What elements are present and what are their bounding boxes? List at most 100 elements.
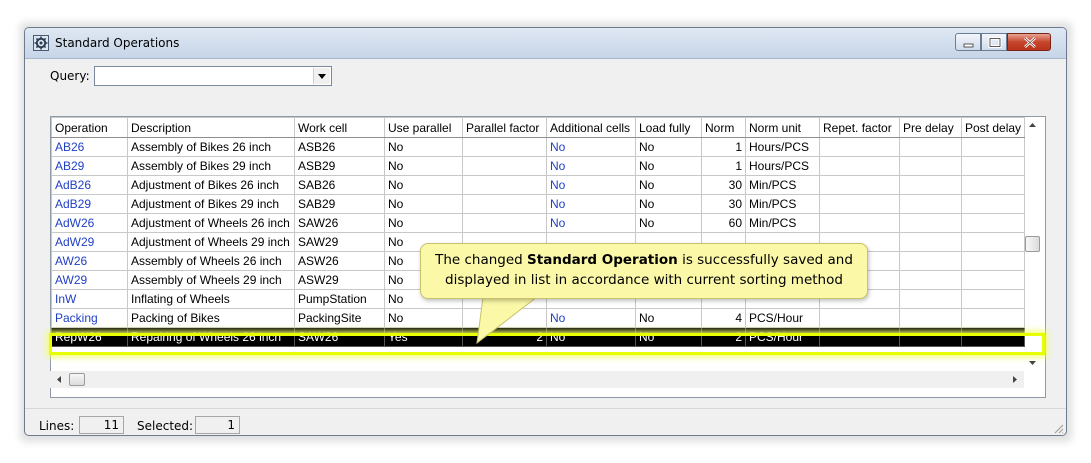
cell-description[interactable]: Adjustment of Wheels 29 inch <box>127 232 295 252</box>
vertical-scroll-thumb[interactable] <box>1025 236 1040 252</box>
table-row[interactable]: AdB26 Adjustment of Bikes 26 inch SAB26 No N… <box>51 175 1026 195</box>
cell-pre-delay[interactable] <box>899 289 962 309</box>
cell-repet-factor[interactable] <box>819 175 900 195</box>
cell-additional-cells[interactable]: No <box>546 175 636 195</box>
cell-pre-delay[interactable] <box>899 213 962 233</box>
scroll-left-icon[interactable] <box>52 371 66 388</box>
col-header-description[interactable]: Description <box>127 117 295 138</box>
cell-operation[interactable]: AW29 <box>51 270 128 290</box>
cell-operation[interactable]: AdB29 <box>51 194 128 214</box>
cell-repet-factor[interactable] <box>819 213 900 233</box>
cell-norm-unit[interactable]: Min/PCS <box>745 213 820 233</box>
cell-work-cell[interactable]: ASW26 <box>294 251 385 271</box>
col-header-work-cell[interactable]: Work cell <box>294 117 385 138</box>
vertical-scrollbar[interactable] <box>1024 116 1041 374</box>
cell-additional-cells[interactable]: No <box>546 156 636 176</box>
query-select[interactable] <box>94 66 332 86</box>
cell-norm[interactable]: 1 <box>701 156 746 176</box>
cell-repet-factor[interactable] <box>819 308 900 328</box>
cell-repet-factor[interactable] <box>819 156 900 176</box>
cell-parallel-factor[interactable] <box>462 194 547 214</box>
cell-work-cell[interactable]: PackingSite <box>294 308 385 328</box>
resize-grip-icon[interactable] <box>1052 422 1064 434</box>
cell-repet-factor[interactable] <box>819 327 900 347</box>
cell-description[interactable]: Adjustment of Wheels 26 inch <box>127 213 295 233</box>
cell-additional-cells[interactable]: No <box>546 308 636 328</box>
col-header-operation[interactable]: Operation <box>51 117 128 138</box>
cell-operation[interactable]: AB29 <box>51 156 128 176</box>
cell-description[interactable]: Adjustment of Bikes 26 inch <box>127 175 295 195</box>
cell-post-delay[interactable] <box>960 194 1026 214</box>
cell-repet-factor[interactable] <box>819 137 900 157</box>
cell-post-delay[interactable] <box>960 251 1026 271</box>
cell-parallel-factor[interactable] <box>462 213 547 233</box>
cell-post-delay[interactable] <box>960 289 1026 309</box>
cell-description[interactable]: Assembly of Wheels 26 inch <box>127 251 295 271</box>
cell-description[interactable]: Inflating of Wheels <box>127 289 295 309</box>
cell-operation[interactable]: RepW26 <box>51 327 128 347</box>
cell-norm-unit[interactable]: Min/PCS <box>745 175 820 195</box>
cell-use-parallel[interactable]: No <box>384 308 463 328</box>
cell-pre-delay[interactable] <box>899 232 962 252</box>
cell-work-cell[interactable]: SAW26 <box>294 327 385 347</box>
cell-description[interactable]: Assembly of Wheels 29 inch <box>127 270 295 290</box>
cell-load-fully[interactable]: No <box>635 308 702 328</box>
cell-work-cell[interactable]: SAB26 <box>294 175 385 195</box>
cell-work-cell[interactable]: PumpStation <box>294 289 385 309</box>
cell-load-fully[interactable]: No <box>635 137 702 157</box>
cell-parallel-factor[interactable] <box>462 175 547 195</box>
cell-work-cell[interactable]: SAW29 <box>294 232 385 252</box>
scroll-up-icon[interactable] <box>1024 118 1041 132</box>
cell-pre-delay[interactable] <box>899 175 962 195</box>
cell-load-fully[interactable]: No <box>635 327 702 347</box>
cell-parallel-factor[interactable] <box>462 156 547 176</box>
cell-use-parallel[interactable]: No <box>384 194 463 214</box>
cell-pre-delay[interactable] <box>899 327 962 347</box>
cell-pre-delay[interactable] <box>899 251 962 271</box>
cell-load-fully[interactable]: No <box>635 213 702 233</box>
scroll-right-icon[interactable] <box>1008 371 1022 388</box>
cell-work-cell[interactable]: ASB26 <box>294 137 385 157</box>
query-dropdown-button[interactable] <box>313 68 330 84</box>
cell-description[interactable]: Packing of Bikes <box>127 308 295 328</box>
cell-work-cell[interactable]: ASB29 <box>294 156 385 176</box>
cell-norm-unit[interactable]: Hours/PCS <box>745 156 820 176</box>
cell-work-cell[interactable]: ASW29 <box>294 270 385 290</box>
col-header-norm[interactable]: Norm <box>701 117 746 138</box>
title-bar[interactable]: Standard Operations <box>25 28 1066 59</box>
cell-use-parallel[interactable]: Yes <box>384 327 463 347</box>
minimize-button[interactable] <box>955 33 981 51</box>
cell-pre-delay[interactable] <box>899 137 962 157</box>
col-header-parallel-factor[interactable]: Parallel factor <box>462 117 547 138</box>
table-row[interactable]: AdW26 Adjustment of Wheels 26 inch SAW26 No… <box>51 213 1026 233</box>
cell-norm[interactable]: 30 <box>701 175 746 195</box>
cell-operation[interactable]: AdB26 <box>51 175 128 195</box>
cell-description[interactable]: Assembly of Bikes 29 inch <box>127 156 295 176</box>
close-button[interactable] <box>1007 33 1051 51</box>
table-row[interactable]: AdB29 Adjustment of Bikes 29 inch SAB29 No N… <box>51 194 1026 214</box>
cell-norm-unit[interactable]: PCS/Hour <box>745 327 820 347</box>
cell-post-delay[interactable] <box>960 175 1026 195</box>
cell-pre-delay[interactable] <box>899 308 962 328</box>
cell-operation[interactable]: AdW29 <box>51 232 128 252</box>
cell-additional-cells[interactable]: No <box>546 213 636 233</box>
cell-post-delay[interactable] <box>960 156 1026 176</box>
cell-load-fully[interactable]: No <box>635 156 702 176</box>
cell-additional-cells[interactable]: No <box>546 327 636 347</box>
scroll-down-icon[interactable] <box>1024 356 1041 370</box>
cell-parallel-factor[interactable] <box>462 137 547 157</box>
cell-description[interactable]: Adjustment of Bikes 29 inch <box>127 194 295 214</box>
cell-post-delay[interactable] <box>960 137 1026 157</box>
cell-norm-unit[interactable]: PCS/Hour <box>745 308 820 328</box>
cell-pre-delay[interactable] <box>899 156 962 176</box>
cell-use-parallel[interactable]: No <box>384 213 463 233</box>
cell-operation[interactable]: InW <box>51 289 128 309</box>
cell-pre-delay[interactable] <box>899 270 962 290</box>
cell-load-fully[interactable]: No <box>635 175 702 195</box>
cell-operation[interactable]: AB26 <box>51 137 128 157</box>
cell-pre-delay[interactable] <box>899 194 962 214</box>
cell-use-parallel[interactable]: No <box>384 137 463 157</box>
cell-post-delay[interactable] <box>960 308 1026 328</box>
table-row[interactable]: AB26 Assembly of Bikes 26 inch ASB26 No No No… <box>51 137 1026 157</box>
col-header-load-fully[interactable]: Load fully <box>635 117 702 138</box>
